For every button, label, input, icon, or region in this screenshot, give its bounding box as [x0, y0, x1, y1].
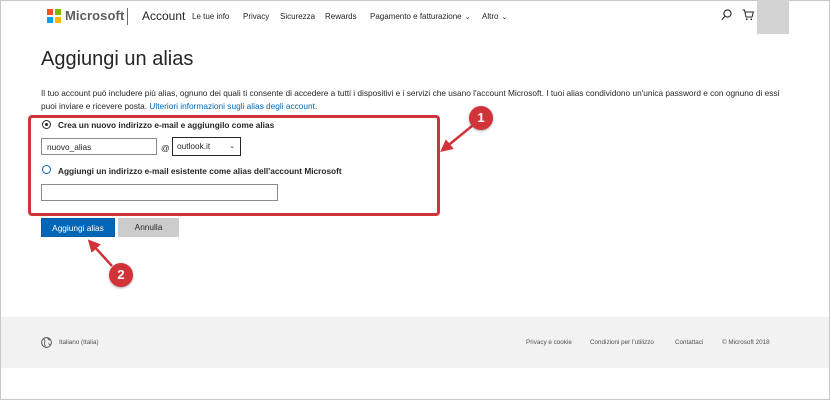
language-selector[interactable]: Italiano (Italia)	[59, 339, 99, 346]
arrow-1	[440, 125, 473, 152]
callout-badge-1: 1	[469, 106, 493, 130]
copyright-text: © Microsoft 2018	[722, 339, 770, 346]
callout-badge-2: 2	[109, 263, 133, 287]
globe-icon[interactable]	[41, 337, 52, 348]
footer-link-terms[interactable]: Condizioni per l'utilizzo	[590, 339, 654, 346]
footer-link-privacy[interactable]: Privacy e cookie	[526, 339, 572, 346]
arrow-2	[87, 239, 113, 267]
footer-link-contact[interactable]: Contattaci	[675, 339, 703, 346]
footer	[1, 317, 829, 368]
